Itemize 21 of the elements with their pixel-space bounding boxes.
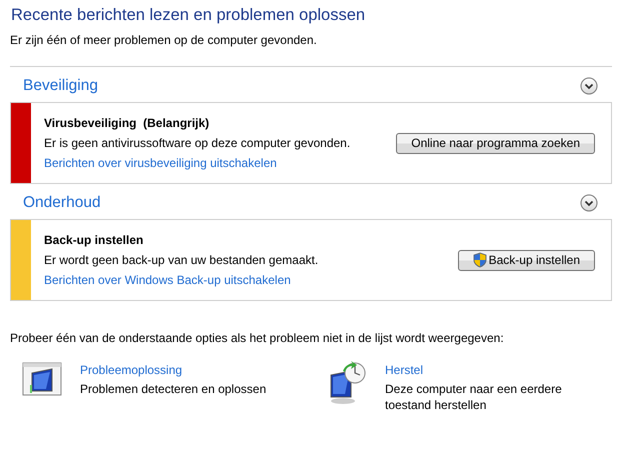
shield-icon [472, 252, 487, 268]
message-title: Virusbeveiliging (Belangrijk) [44, 116, 210, 130]
message-text: Er is geen antivirussoftware op deze computer gevonden. [44, 136, 352, 150]
expand-icon[interactable] [580, 194, 598, 212]
option-link[interactable]: Herstel [385, 363, 585, 377]
section-heading: Onderhoud [23, 194, 101, 212]
hint-text: Probeer één van de onderstaande opties als het probleem niet in de lijst wordt weergegeven: [10, 331, 505, 345]
page-title: Recente berichten lezen en problemen oplossen [11, 6, 366, 25]
disable-link[interactable]: Berichten over Windows Back-up uitschakelen [44, 273, 458, 287]
page-subtitle: Er zijn één of meer problemen op de computer gevonden. [10, 33, 318, 47]
window-icon [22, 361, 62, 397]
expand-icon[interactable] [580, 77, 598, 95]
disable-link[interactable]: Berichten over virusbeveiliging uitschakelen [44, 156, 396, 170]
action-button[interactable]: Online naar programma zoeken [396, 132, 595, 154]
option-description: Problemen detecteren en oplossen [80, 381, 268, 397]
message-text: Er wordt geen back-up van uw bestanden gemaakt. [44, 253, 320, 267]
message-title: Back-up instellen [44, 233, 144, 247]
action-button[interactable]: Back-up instellen [458, 250, 595, 270]
option-description: Deze computer naar een eerdere toestand herstellen [385, 381, 563, 413]
option-link[interactable]: Probleemoplossing [80, 363, 280, 377]
section-heading: Beveiliging [23, 77, 98, 95]
